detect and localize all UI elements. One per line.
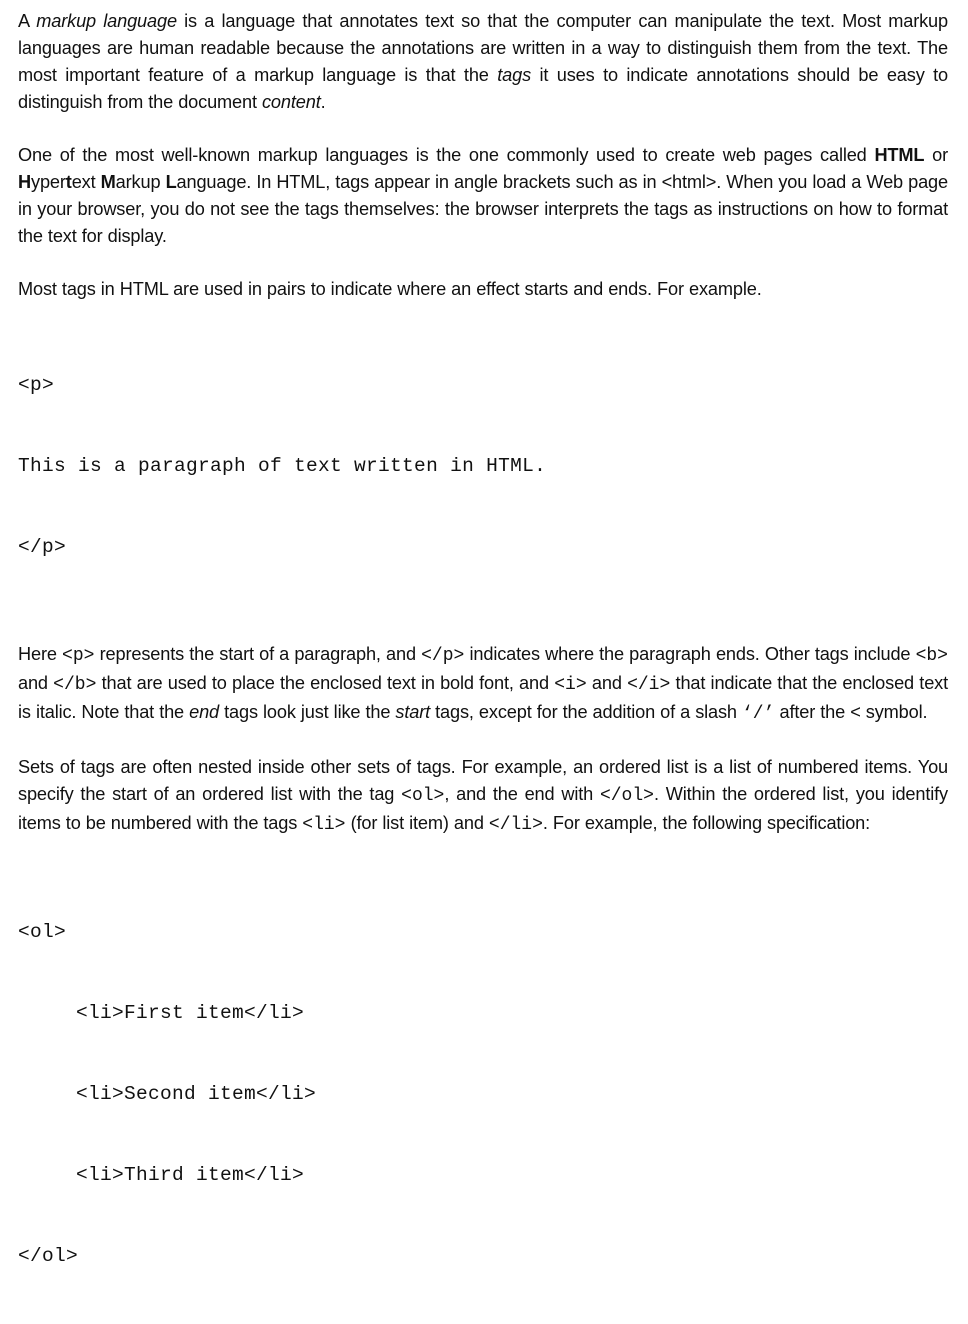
text-run: and [586,673,628,693]
italic-term-content: content [261,92,321,112]
text-run: . For example, the following specificati… [542,813,871,833]
text-run: indicates where the paragraph ends. Othe… [464,644,916,664]
text-run: One of the most well-known markup langua… [18,145,875,165]
text-run: and [18,673,54,693]
text-run: tags look just like the [219,702,396,722]
text-run: tags, except for the addition of a slash [430,702,742,722]
bold-letter: L [165,172,177,192]
code-line: <p> [18,374,55,396]
code-line-list-item: <li>Second item</li> [76,1083,317,1105]
inline-code: </b> [53,675,97,695]
paragraph-html-intro: One of the most well-known markup langua… [18,142,948,250]
code-example-paragraph: <p> This is a paragraph of text written … [18,318,948,615]
inline-code: <b> [915,646,948,666]
italic-term-start: start [395,702,431,722]
document-page: A markup language is a language that ann… [0,0,968,1324]
text-run: after the < symbol. [774,702,928,722]
text-run: . [320,92,326,112]
bold-html: HTML [874,145,925,165]
bold-letter: H [18,172,31,192]
inline-code: <ol> [401,786,445,806]
inline-code: </i> [627,675,671,695]
code-line-list-item: <li>Third item</li> [76,1164,305,1186]
text-run: that are used to place the enclosed text… [96,673,555,693]
code-line: </ol> [18,1245,79,1267]
text-run: yper [31,172,66,192]
paragraph-nested-tags: Sets of tags are often nested inside oth… [18,754,948,839]
code-line: <ol> [18,921,67,943]
inline-code: </li> [488,815,543,835]
paragraph-markup-definition: A markup language is a language that ann… [18,8,948,116]
code-line-list-item: <li>First item</li> [76,1002,305,1024]
text-run: A [18,11,37,31]
code-line: </p> [18,536,67,558]
text-run: Here [18,644,63,664]
inline-code: <i> [554,675,587,695]
code-example-ordered-list: <ol> <li>First item</li> <li>Second item… [18,865,948,1324]
text-run: (for list item) and [345,813,489,833]
text-run: arkup [115,172,166,192]
text-run: ext [71,172,101,192]
paragraph-pairs: Most tags in HTML are used in pairs to i… [18,279,762,299]
inline-code: ‘/’ [742,704,775,724]
italic-term-markup-language: markup language [36,11,177,31]
italic-term-end: end [189,702,220,722]
inline-code: <p> [62,646,95,666]
text-run: or [924,145,948,165]
text-run: represents the start of a paragraph, and [94,644,422,664]
inline-code: </p> [421,646,465,666]
italic-term-tags: tags [497,65,532,85]
inline-code: <li> [302,815,346,835]
paragraph-tag-explanation: Here <p> represents the start of a parag… [18,641,948,728]
inline-code: </ol> [599,786,654,806]
code-line: This is a paragraph of text written in H… [18,455,547,477]
bold-letter: M [100,172,116,192]
text-run: , and the end with [444,784,600,804]
